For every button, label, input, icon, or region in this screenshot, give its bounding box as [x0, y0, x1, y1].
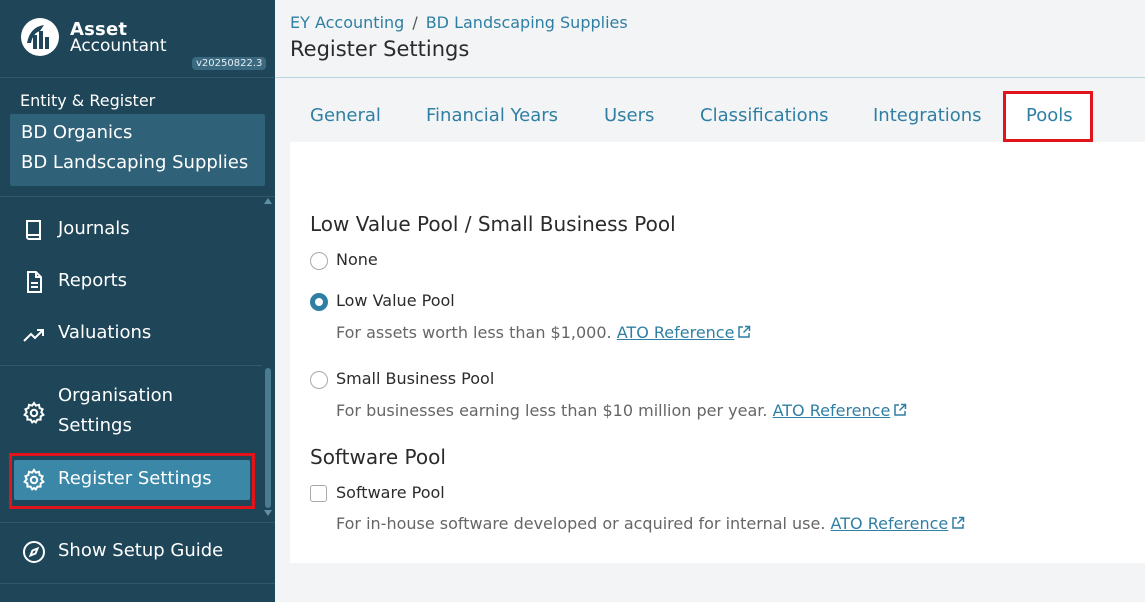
- sidebar-item-label: Reports: [58, 270, 128, 291]
- page-title: Register Settings: [290, 37, 470, 61]
- pools-card: Low Value Pool / Small Business Pool Non…: [290, 142, 1145, 563]
- description-text: For assets worth less than $1,000.: [336, 323, 612, 342]
- sidebar-divider: [0, 583, 275, 584]
- sidebar-item-label: Valuations: [58, 322, 152, 343]
- book-icon: [26, 220, 41, 240]
- ato-reference-link[interactable]: ATO Reference: [831, 514, 966, 533]
- option-label: Small Business Pool: [336, 369, 495, 388]
- version-badge: v20250822.3: [192, 57, 267, 70]
- entity-register-label: Entity & Register: [20, 91, 156, 110]
- option-label: None: [336, 250, 378, 269]
- breadcrumb: EY Accounting / BD Landscaping Supplies: [290, 13, 628, 32]
- sidebar-item-reports[interactable]: Reports: [0, 266, 262, 298]
- tab-pools[interactable]: Pools: [1003, 91, 1093, 142]
- entity-name: BD Organics: [21, 122, 133, 143]
- sidebar-divider: [0, 522, 275, 523]
- ato-reference-link[interactable]: ATO Reference: [773, 401, 908, 420]
- compass-icon: [23, 541, 45, 563]
- external-link-icon: [738, 325, 751, 338]
- sidebar-divider: [0, 365, 262, 366]
- link-text: ATO Reference: [830, 514, 949, 533]
- option-label: Software Pool: [336, 483, 445, 502]
- sidebar: Asset Accountant v20250822.3 Entity & Re…: [0, 0, 275, 602]
- description-text: For businesses earning less than $10 mil…: [336, 401, 768, 420]
- sidebar-divider: [0, 196, 275, 197]
- tab-users[interactable]: Users: [604, 105, 654, 126]
- sidebar-item-label: Show Setup Guide: [58, 540, 224, 561]
- option-description: For businesses earning less than $10 mil…: [336, 401, 907, 420]
- low-value-pool-heading: Low Value Pool / Small Business Pool: [310, 212, 676, 236]
- document-icon: [27, 271, 42, 293]
- scroll-down-icon[interactable]: [264, 510, 272, 516]
- sidebar-item-show-setup-guide[interactable]: Show Setup Guide: [0, 536, 262, 568]
- tab-financial-years[interactable]: Financial Years: [426, 105, 558, 126]
- scroll-up-icon[interactable]: [264, 198, 272, 204]
- breadcrumb-link-company[interactable]: EY Accounting: [290, 13, 404, 32]
- page-header: EY Accounting / BD Landscaping Supplies Re…: [275, 0, 1145, 78]
- description-text: For in-house software developed or acqui…: [336, 514, 826, 533]
- tab-general[interactable]: General: [310, 105, 381, 126]
- scroll-thumb[interactable]: [265, 368, 271, 508]
- register-name: BD Landscaping Supplies: [21, 152, 249, 173]
- tab-integrations[interactable]: Integrations: [873, 105, 982, 126]
- sidebar-item-label: Journals: [58, 218, 130, 239]
- breadcrumb-link-register[interactable]: BD Landscaping Supplies: [426, 13, 628, 32]
- highlight-box: [9, 453, 255, 509]
- sidebar-item-organisation-settings[interactable]: Organisation Settings: [0, 381, 262, 443]
- radio-button-selected[interactable]: [310, 293, 328, 311]
- asset-accountant-logo-icon: [21, 18, 59, 56]
- checkbox[interactable]: [310, 485, 327, 502]
- sidebar-scrollbar[interactable]: [262, 198, 274, 520]
- radio-button[interactable]: [310, 252, 328, 270]
- breadcrumb-separator: /: [412, 13, 418, 32]
- external-link-icon: [894, 403, 907, 416]
- trend-up-icon: [23, 329, 44, 342]
- ato-reference-link[interactable]: ATO Reference: [617, 323, 752, 342]
- sidebar-item-valuations[interactable]: Valuations: [0, 318, 262, 350]
- option-description: For assets worth less than $1,000. ATO R…: [336, 323, 751, 342]
- logo-area: Asset Accountant v20250822.3: [0, 0, 275, 78]
- option-label: Low Value Pool: [336, 291, 455, 310]
- software-pool-heading: Software Pool: [310, 445, 446, 469]
- link-text: ATO Reference: [616, 323, 735, 342]
- radio-button[interactable]: [310, 371, 328, 389]
- gear-icon: [23, 401, 45, 424]
- entity-register-selector[interactable]: BD Organics BD Landscaping Supplies: [10, 114, 265, 186]
- tab-classifications[interactable]: Classifications: [700, 105, 828, 126]
- sidebar-item-journals[interactable]: Journals: [0, 214, 262, 246]
- sidebar-item-label: Organisation: [58, 385, 174, 406]
- sidebar-item-label: Settings: [58, 415, 132, 436]
- tab-pools-label: Pools: [1026, 105, 1073, 126]
- link-text: ATO Reference: [772, 401, 891, 420]
- external-link-icon: [952, 516, 965, 529]
- option-description: For in-house software developed or acqui…: [336, 514, 965, 533]
- logo-text-line2: Accountant: [70, 36, 167, 56]
